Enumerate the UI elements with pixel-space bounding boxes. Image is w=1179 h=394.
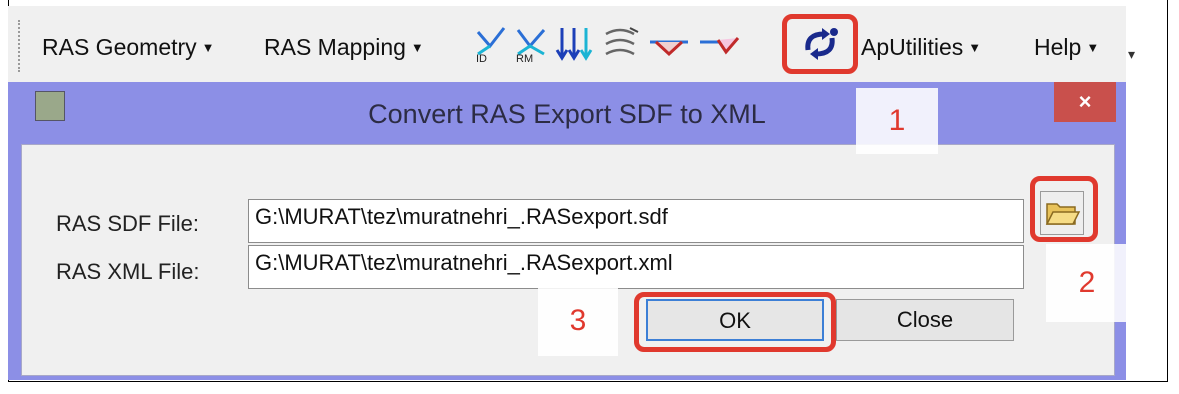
xml-file-label: RAS XML File: [56, 259, 200, 284]
channel-profile-icon[interactable] [648, 24, 690, 68]
cross-section-rm-icon[interactable]: RM [514, 24, 548, 68]
highlight-ok-button [634, 292, 836, 352]
menu-ras-mapping[interactable]: RAS Mapping ▼ [264, 34, 424, 61]
menu-label: Help [1034, 34, 1082, 60]
flow-arrows-icon[interactable] [554, 24, 594, 68]
dialog-title: Convert RAS Export SDF to XML [368, 99, 766, 129]
menu-label: RAS Mapping [264, 34, 406, 60]
menu-help[interactable]: Help ▼ [1034, 34, 1099, 61]
menu-label: RAS Geometry [42, 34, 197, 60]
menu-label: ApUtilities [861, 34, 964, 60]
menu-aputilities[interactable]: ApUtilities ▼ [861, 34, 981, 61]
toolbar-grip[interactable] [18, 20, 24, 72]
chevron-down-icon: ▼ [1086, 40, 1100, 55]
chevron-down-icon: ▼ [201, 40, 215, 55]
toolbar: RAS Geometry ▼ RAS Mapping ▼ ID RM ApUti… [8, 6, 1135, 83]
sdf-file-input[interactable]: G:\MURAT\tez\muratnehri_.RASexport.sdf [248, 199, 1024, 243]
dialog-close-button[interactable]: × [1054, 82, 1116, 122]
flowpaths-icon[interactable] [602, 24, 642, 68]
xml-file-input[interactable]: G:\MURAT\tez\muratnehri_.RASexport.xml [248, 245, 1024, 289]
close-button[interactable]: Close [836, 299, 1014, 341]
toolbar-overflow-button[interactable]: ▾ [1128, 46, 1135, 63]
highlight-convert-icon [782, 14, 858, 74]
bank-profile-icon[interactable] [698, 24, 742, 68]
icon-sublabel: RM [516, 53, 533, 64]
callout-number-2: 2 [1046, 244, 1128, 322]
callout-number-3: 3 [538, 286, 618, 356]
menu-ras-geometry[interactable]: RAS Geometry ▼ [42, 34, 215, 61]
sdf-file-label: RAS SDF File: [56, 211, 200, 236]
highlight-browse-button [1030, 176, 1098, 242]
icon-sublabel: ID [476, 53, 487, 64]
cross-section-id-icon[interactable]: ID [474, 24, 508, 68]
chevron-down-icon: ▼ [968, 40, 982, 55]
callout-number-1: 1 [856, 88, 938, 154]
chevron-down-icon: ▼ [410, 40, 424, 55]
